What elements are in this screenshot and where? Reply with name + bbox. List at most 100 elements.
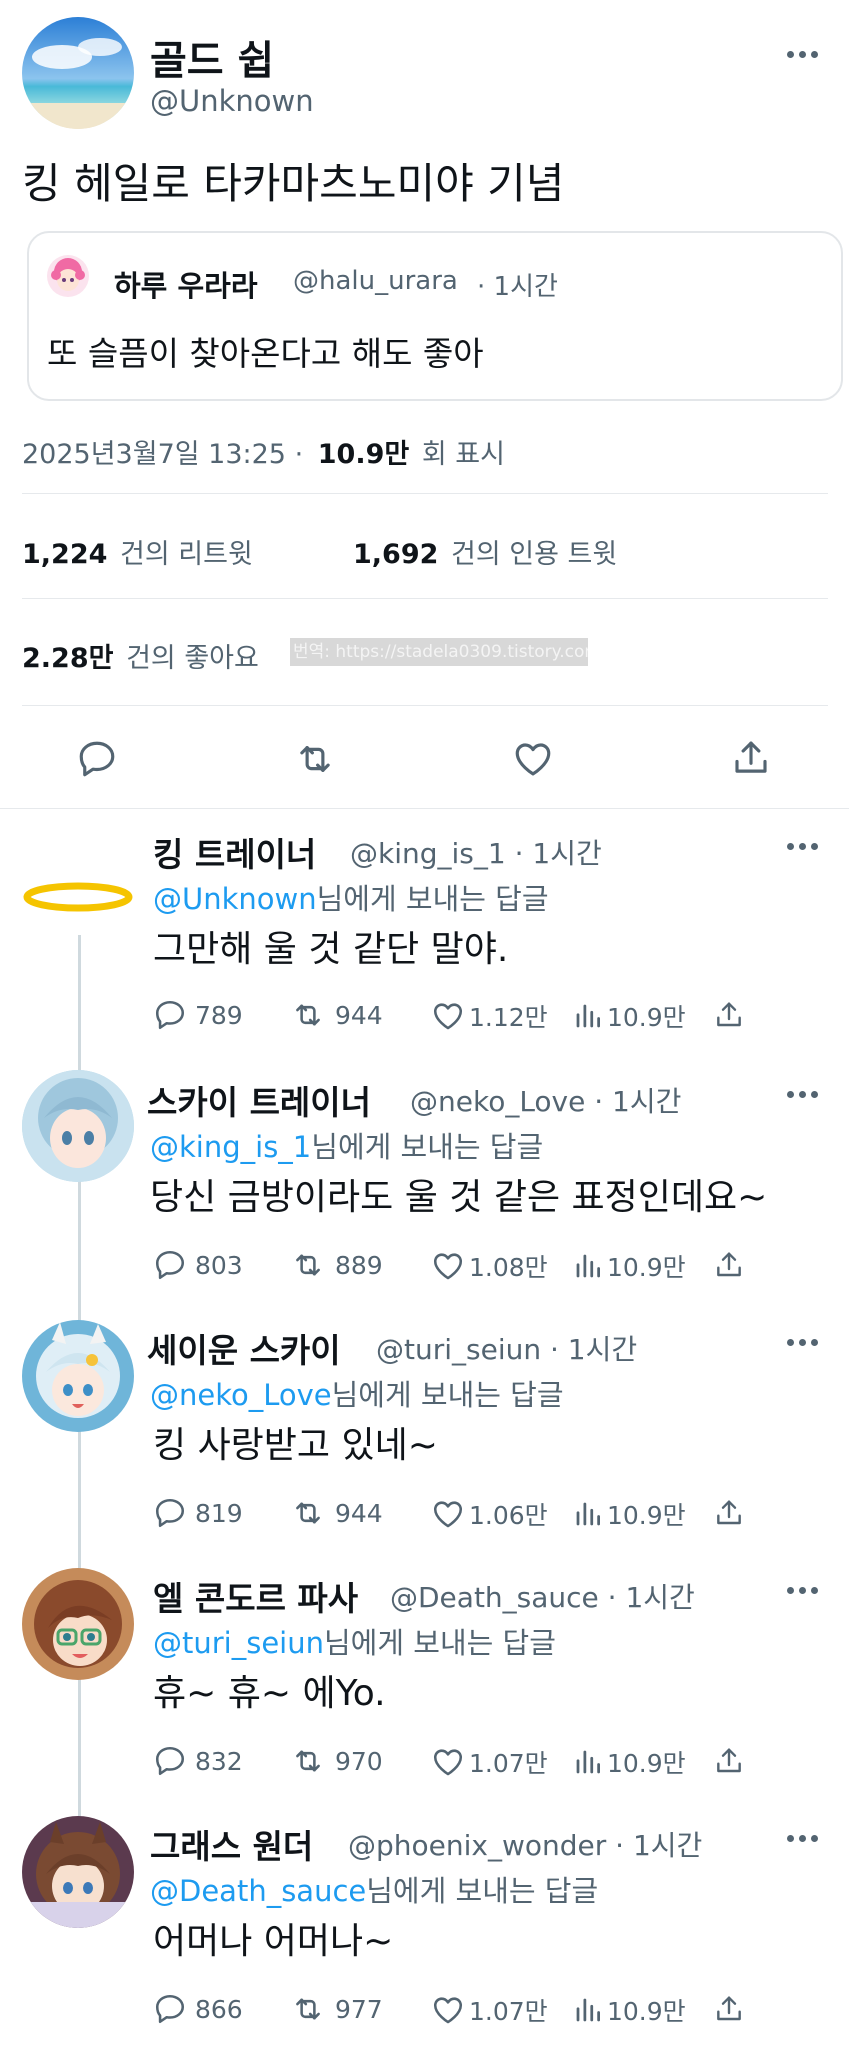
main-author-avatar[interactable] (22, 17, 134, 129)
reply-to-handle[interactable]: @turi_seiun (153, 1626, 324, 1660)
retweet-icon (296, 1998, 320, 2020)
views-action[interactable]: 10.9만 (573, 1248, 686, 1284)
reply-to-line: @neko_Love님에게 보내는 답글 (150, 1372, 564, 1414)
reply-to-suffix: 님에게 보내는 답글 (331, 1378, 564, 1412)
comment-action[interactable]: 866 (153, 1992, 243, 2026)
share-icon (717, 1748, 741, 1773)
more-icon[interactable] (782, 1336, 822, 1348)
like-count: 1.07만 (469, 1997, 548, 2026)
like-action[interactable]: 1.06만 (431, 1496, 548, 1532)
comment-count: 866 (195, 1994, 243, 2024)
quotes-stat[interactable]: 1,692 건의 인용 트윗 (353, 532, 617, 571)
quotes-label: 건의 인용 트윗 (451, 539, 618, 570)
like-action[interactable]: 1.07만 (431, 1744, 548, 1780)
reply-author-name[interactable]: 엘 콘도르 파사 (153, 1572, 358, 1620)
reply-author-avatar[interactable] (22, 1816, 134, 1928)
views-action[interactable]: 10.9만 (573, 998, 686, 1034)
retweet-count: 977 (335, 1994, 383, 2024)
reply-to-line: @turi_seiun님에게 보내는 답글 (153, 1620, 556, 1662)
reply[interactable]: 엘 콘도르 파사 @Death_sauce · 1시간 @turi_seiun님… (0, 1564, 849, 1809)
reply-to-suffix: 님에게 보내는 답글 (311, 1130, 544, 1164)
reply-actions: 789 944 1.12만 10.9만 (153, 998, 753, 1038)
reply-author-handle[interactable]: @king_is_1 · 1시간 (350, 832, 602, 872)
views-icon (576, 1254, 600, 1278)
reply[interactable]: 스카이 트레이너 @neko_Love · 1시간 @king_is_1님에게 … (0, 1068, 849, 1313)
heart-icon[interactable] (511, 738, 555, 784)
reply-author-avatar[interactable] (22, 1070, 134, 1182)
reply-text: 휴~ 휴~ 에Yo. (153, 1673, 386, 1714)
views-count: 10.9만 (317, 439, 410, 470)
reply-author-handle[interactable]: @neko_Love · 1시간 (410, 1080, 681, 1120)
reply-actions: 832 970 1.07만 10.9만 (153, 1744, 753, 1784)
comment-action[interactable]: 803 (153, 1248, 243, 1282)
retweet-icon (296, 1004, 320, 1026)
main-author-handle[interactable]: @Unknown (150, 84, 314, 118)
retweet-action[interactable]: 944 (289, 1496, 383, 1530)
reply-text: 킹 사랑받고 있네~ (153, 1425, 438, 1466)
reply-to-handle[interactable]: @king_is_1 (150, 1130, 311, 1164)
reply-author-name[interactable]: 그래스 원더 (150, 1820, 313, 1868)
views-icon (576, 1502, 600, 1526)
retweet-action[interactable]: 970 (289, 1744, 383, 1778)
retweet-action[interactable]: 944 (289, 998, 383, 1032)
views-action[interactable]: 10.9만 (573, 1496, 686, 1532)
retweets-count: 1,224 (22, 539, 108, 570)
quote-time: · 1시간 (477, 272, 558, 302)
reply-to-handle[interactable]: @Death_sauce (150, 1874, 366, 1908)
more-icon[interactable] (782, 1088, 822, 1100)
share-action[interactable] (713, 1744, 745, 1778)
reply-author-name[interactable]: 세이운 스카이 (147, 1324, 341, 1372)
comment-icon (155, 1746, 185, 1776)
divider (0, 808, 849, 809)
retweets-label: 건의 리트윗 (120, 539, 253, 570)
more-icon[interactable] (782, 1832, 822, 1844)
reply-author-handle[interactable]: @phoenix_wonder · 1시간 (348, 1824, 702, 1864)
reply-author-handle[interactable]: @Death_sauce · 1시간 (390, 1576, 695, 1616)
more-icon[interactable] (782, 48, 822, 60)
views-action[interactable]: 10.9만 (573, 1744, 686, 1780)
reply-text: 당신 금방이라도 울 것 같은 표정인데요~ (150, 1177, 768, 1218)
comment-action[interactable]: 832 (153, 1744, 243, 1778)
share-action[interactable] (713, 1248, 745, 1282)
reply-author-handle[interactable]: @turi_seiun · 1시간 (376, 1328, 637, 1368)
retweet-action[interactable]: 977 (289, 1992, 383, 2026)
views-icon (576, 1750, 600, 1774)
retweet-count: 889 (335, 1250, 383, 1280)
reply[interactable]: 그래스 원더 @phoenix_wonder · 1시간 @Death_sauc… (0, 1812, 849, 2047)
reply-to-handle[interactable]: @Unknown (153, 882, 317, 916)
likes-stat[interactable]: 2.28만 건의 좋아요 (22, 636, 259, 675)
heart-icon (433, 1997, 463, 2024)
share-action[interactable] (713, 1992, 745, 2026)
reply-author-avatar[interactable] (22, 1320, 134, 1432)
reply[interactable]: 킹 트레이너 @king_is_1 · 1시간 @Unknown님에게 보내는 … (0, 820, 849, 1065)
main-author-name[interactable]: 골드 쉽 (150, 28, 274, 86)
reply-author-avatar[interactable] (22, 1568, 134, 1680)
reply-actions: 803 889 1.08만 10.9만 (153, 1248, 753, 1288)
comment-icon[interactable] (76, 738, 118, 784)
more-icon[interactable] (782, 840, 822, 852)
comment-action[interactable]: 819 (153, 1496, 243, 1530)
reply-to-suffix: 님에게 보내는 답글 (316, 882, 549, 916)
retweet-icon[interactable] (292, 738, 338, 784)
comment-icon (155, 1250, 185, 1280)
retweet-action[interactable]: 889 (289, 1248, 383, 1282)
share-icon[interactable] (730, 736, 772, 784)
share-action[interactable] (713, 998, 745, 1032)
like-action[interactable]: 1.12만 (431, 998, 548, 1034)
quoted-tweet-card[interactable]: 하루 우라라 @halu_urara · 1시간 또 슬픔이 찾아온다고 해도 … (27, 231, 843, 401)
reply-author-name[interactable]: 킹 트레이너 (153, 828, 316, 876)
retweet-count: 970 (335, 1746, 383, 1776)
like-action[interactable]: 1.08만 (431, 1248, 548, 1284)
like-action[interactable]: 1.07만 (431, 1992, 548, 2028)
more-icon[interactable] (782, 1584, 822, 1596)
comment-action[interactable]: 789 (153, 998, 243, 1032)
reply-to-handle[interactable]: @neko_Love (150, 1378, 332, 1412)
reply[interactable]: 세이운 스카이 @turi_seiun · 1시간 @neko_Love님에게 … (0, 1316, 849, 1561)
comment-icon (155, 1000, 185, 1030)
halo-avatar[interactable] (22, 880, 134, 924)
views-count: 10.9만 (607, 1749, 686, 1778)
retweets-stat[interactable]: 1,224 건의 리트윗 (22, 532, 253, 571)
views-action[interactable]: 10.9만 (573, 1992, 686, 2028)
reply-author-name[interactable]: 스카이 트레이너 (147, 1076, 371, 1124)
share-action[interactable] (713, 1496, 745, 1530)
